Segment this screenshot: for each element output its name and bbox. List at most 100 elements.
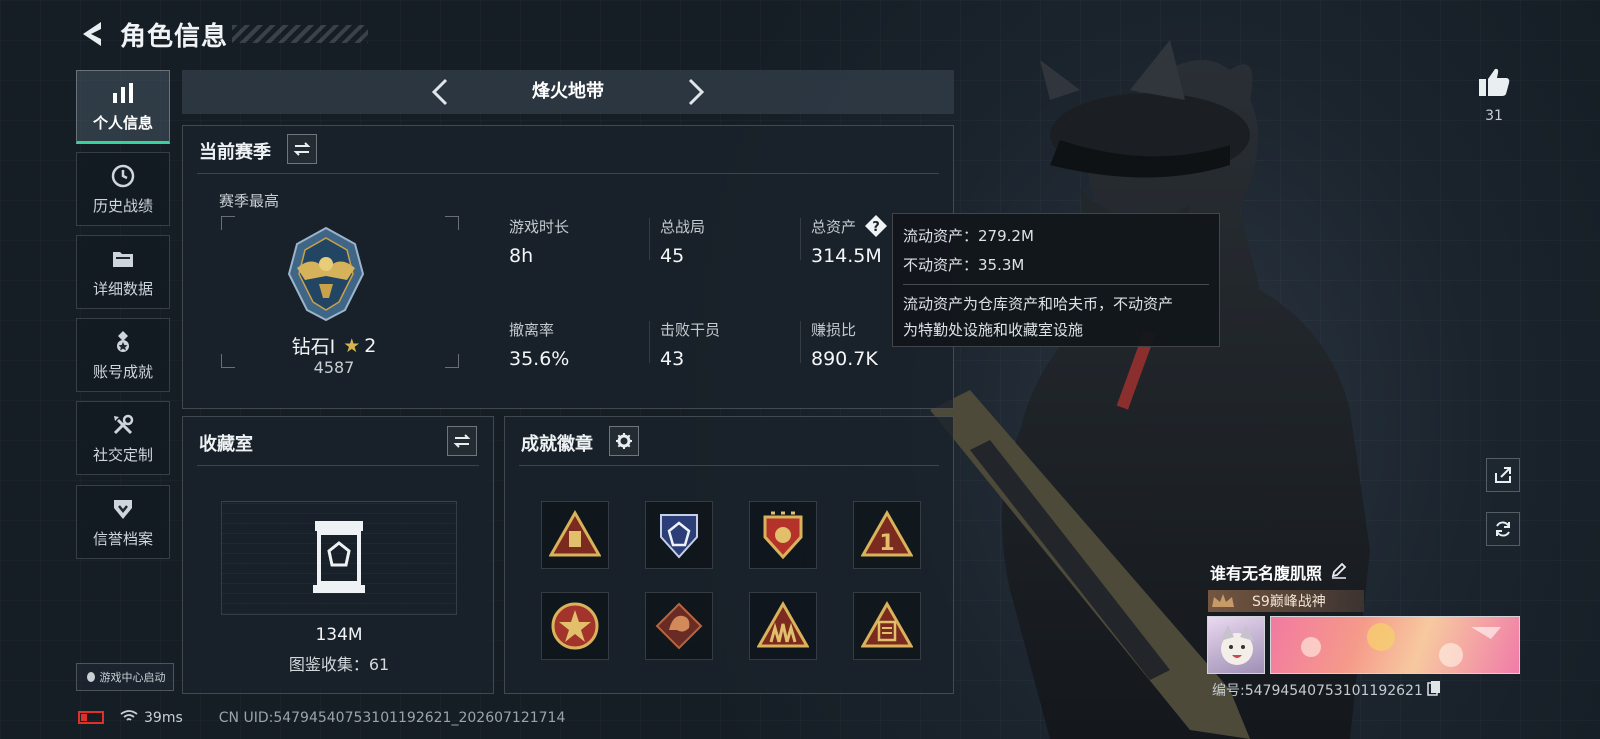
achievement-badge-8[interactable] — [853, 592, 921, 660]
medal-icon — [117, 330, 129, 352]
player-name-row: 谁有无名腹肌照 — [1210, 560, 1348, 584]
tools-icon — [113, 414, 134, 434]
edit-name-button[interactable] — [1330, 561, 1348, 583]
avatar-face-icon — [1220, 625, 1254, 665]
dragon-badge-icon — [655, 602, 703, 650]
shield-red-badge-icon — [763, 511, 803, 560]
swap-icon — [453, 434, 471, 448]
page-title: 角色信息 — [120, 21, 229, 52]
game-center-button[interactable]: 游戏中心启动 — [76, 663, 174, 691]
rank-stars: 2 — [364, 334, 377, 357]
switch-collection-button[interactable] — [447, 426, 477, 456]
assets-desc-line1: 流动资产为仓库资产和哈夫币，不动资产 — [903, 295, 1174, 313]
season-selector: 烽火地带 — [182, 70, 954, 114]
share-icon — [1495, 467, 1511, 483]
fixed-assets: 不动资产：35.3M — [903, 256, 1025, 274]
achievement-badge-1[interactable] — [541, 501, 609, 569]
stat-label: 赚损比 — [811, 321, 857, 339]
question-diamond-icon: ? — [865, 215, 887, 237]
stat-value: 35.6% — [509, 348, 570, 370]
stat-profit-loss: 赚损比 890.7K — [811, 319, 878, 370]
season-best-label: 赛季最高 — [219, 192, 280, 210]
achievements-title: 成就徽章 — [521, 434, 593, 455]
wifi-icon — [120, 708, 138, 727]
stat-total-matches: 总战局 45 — [660, 216, 705, 267]
nav-detailed-data[interactable]: 详细数据 — [76, 235, 170, 309]
game-center-label: 游戏中心启动 — [99, 671, 166, 684]
copy-icon — [1427, 681, 1440, 696]
current-season-panel: 当前赛季 赛季最高 钻石Ⅰ ★ 2 4587 游戏时长 8h 总战局 45 总资… — [182, 125, 954, 409]
switch-season-button[interactable] — [287, 134, 317, 164]
qq-icon — [86, 672, 95, 682]
stat-label: 游戏时长 — [509, 218, 570, 236]
stat-value: 8h — [509, 245, 534, 267]
rank-star-icon: ★ — [343, 334, 361, 357]
chevron-left-icon — [431, 78, 448, 106]
player-title: S9巅峰战神 — [1252, 594, 1326, 610]
nav-label: 社交定制 — [92, 445, 153, 464]
share-button[interactable] — [1486, 458, 1520, 492]
banner-pattern — [1301, 623, 1501, 667]
stat-label: 击败干员 — [660, 321, 721, 339]
liquid-assets: 流动资产：279.2M — [903, 227, 1034, 245]
nav-label: 账号成就 — [92, 362, 153, 381]
achievement-badge-7[interactable] — [749, 592, 817, 660]
prev-season-button[interactable] — [430, 78, 450, 110]
player-id: 编号:54794540753101192621 — [1212, 683, 1423, 699]
rank-score: 4587 — [313, 358, 355, 377]
svg-text:1: 1 — [879, 531, 894, 556]
header: 角色信息 — [78, 14, 369, 54]
achievement-badge-5[interactable] — [541, 592, 609, 660]
copy-id-button[interactable] — [1427, 680, 1441, 700]
player-title-badge: S9巅峰战神 — [1208, 590, 1364, 612]
player-name: 谁有无名腹肌照 — [1210, 564, 1323, 583]
header-decoration — [232, 25, 369, 43]
current-season-title: 当前赛季 — [199, 142, 271, 163]
triangle-number-one-badge-icon: 1 — [861, 509, 913, 557]
thumbs-up-icon — [1479, 68, 1510, 96]
rank-display: 钻石Ⅰ ★ 2 — [183, 332, 485, 359]
player-id-row: 编号:54794540753101192621 — [1212, 680, 1441, 700]
achievement-badge-6[interactable] — [645, 592, 713, 660]
back-arrow-icon — [83, 22, 101, 46]
nav-label: 详细数据 — [92, 279, 153, 298]
nav-credit-record[interactable]: 信誉档案 — [76, 485, 170, 559]
achievement-badge-3[interactable] — [749, 501, 817, 569]
nav-history[interactable]: 历史战绩 — [76, 152, 170, 226]
back-button[interactable] — [78, 17, 108, 51]
squad-triangle-badge-icon — [757, 600, 809, 648]
season-title: 烽火地带 — [532, 81, 604, 102]
star-circle-badge-icon — [551, 602, 599, 650]
nav-label: 信誉档案 — [92, 529, 153, 548]
swap-icon — [293, 142, 311, 156]
like-button[interactable]: 31 — [1474, 66, 1514, 124]
refresh-button[interactable] — [1486, 512, 1520, 546]
shield-check-icon — [114, 499, 132, 519]
nav-personal-info[interactable]: 个人信息 — [76, 70, 170, 144]
like-count: 31 — [1485, 108, 1503, 124]
folder-icon — [113, 251, 133, 267]
chevron-right-icon — [688, 78, 705, 106]
stat-label: 总战局 — [660, 218, 706, 236]
achievement-badge-4[interactable]: 1 — [853, 501, 921, 569]
battery-icon — [78, 711, 104, 724]
stat-value: 45 — [660, 245, 685, 267]
nav-achievements[interactable]: 账号成就 — [76, 318, 170, 392]
stat-value: 890.7K — [811, 348, 878, 370]
nav-label: 历史战绩 — [92, 196, 153, 215]
triangle-gold-badge-icon — [549, 509, 601, 557]
crown-emblem-icon — [1212, 594, 1234, 607]
next-season-button[interactable] — [686, 78, 706, 110]
assets-tooltip: 流动资产：279.2M 不动资产：35.3M 流动资产为仓库资产和哈夫币，不动资… — [892, 213, 1220, 347]
achievements-settings-button[interactable] — [609, 426, 639, 456]
collection-title: 收藏室 — [199, 434, 253, 455]
gear-icon — [616, 433, 632, 449]
nav-social-custom[interactable]: 社交定制 — [76, 401, 170, 475]
assets-help-button[interactable]: ? — [864, 214, 888, 238]
pencil-icon — [1331, 562, 1347, 579]
status-bar: 39ms CN UID:54794540753101192621_2026071… — [78, 708, 565, 727]
stat-value: 43 — [660, 348, 685, 370]
achievement-badge-2[interactable] — [645, 501, 713, 569]
player-avatar[interactable] — [1207, 616, 1265, 674]
player-banner[interactable] — [1270, 616, 1520, 674]
